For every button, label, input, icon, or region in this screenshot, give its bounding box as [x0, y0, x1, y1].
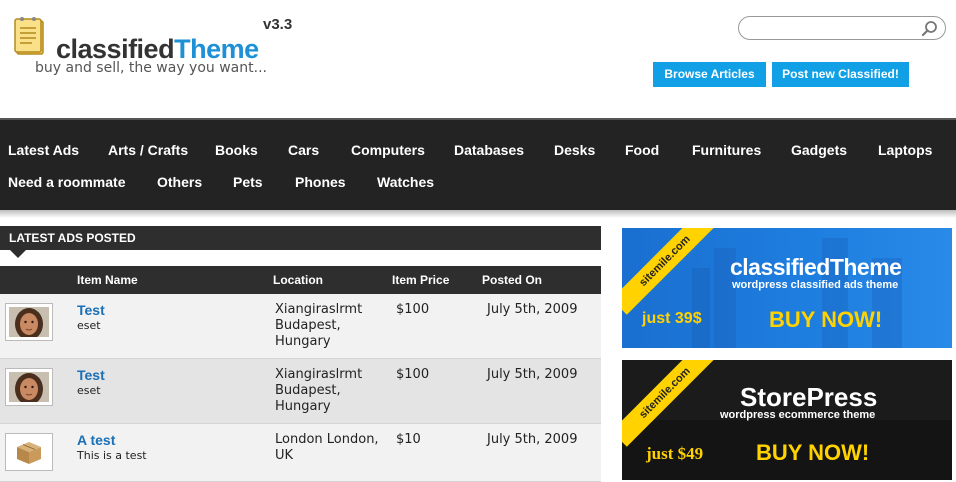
section-pointer	[10, 250, 26, 258]
banner-title: classifiedTheme	[730, 254, 902, 280]
table-row: Test eset Xiangiraslrmt Budapest, Hungar…	[0, 294, 601, 359]
nav-item-computers[interactable]: Computers	[351, 142, 425, 158]
nav-item-gadgets[interactable]: Gadgets	[791, 142, 847, 158]
search-icon[interactable]	[921, 20, 939, 38]
search-box	[738, 16, 946, 40]
banner-price: just 39$	[642, 310, 702, 327]
column-item-name: Item Name	[77, 273, 138, 287]
ad-posted-date: July 5th, 2009	[487, 302, 578, 317]
ad-description: eset	[77, 384, 101, 397]
latest-ads-title: LATEST ADS POSTED	[9, 231, 136, 245]
ad-title-link[interactable]: Test	[77, 367, 105, 383]
ad-thumbnail[interactable]	[5, 368, 53, 406]
nav-item-watches[interactable]: Watches	[377, 174, 434, 190]
nav-item-food[interactable]: Food	[625, 142, 659, 158]
latest-ads-header: LATEST ADS POSTED	[0, 226, 601, 250]
ad-location: Xiangiraslrmt Budapest, Hungary	[275, 302, 363, 349]
ad-posted-date: July 5th, 2009	[487, 432, 578, 447]
ad-description: This is a test	[77, 449, 147, 462]
search-input[interactable]	[747, 19, 919, 37]
banner-price: just $49	[646, 444, 704, 463]
nav-item-desks[interactable]: Desks	[554, 142, 595, 158]
category-nav: Latest Ads Arts / Crafts Books Cars Comp…	[0, 118, 956, 210]
post-classified-button[interactable]: Post new Classified!	[772, 62, 909, 87]
column-location: Location	[273, 273, 323, 287]
ad-thumbnail[interactable]	[5, 303, 53, 341]
ad-thumbnail[interactable]	[5, 433, 53, 471]
notepad-icon	[14, 17, 44, 55]
cardboard-box-icon	[9, 437, 49, 467]
ad-description: eset	[77, 319, 101, 332]
girl-photo-icon	[9, 372, 49, 402]
ad-title-link[interactable]: Test	[77, 302, 105, 318]
table-row: Test eset Xiangiraslrmt Budapest, Hungar…	[0, 359, 601, 424]
nav-item-pets[interactable]: Pets	[233, 174, 263, 190]
nav-item-arts-crafts[interactable]: Arts / Crafts	[108, 142, 188, 158]
buy-now-button[interactable]: BUY NOW!	[769, 307, 882, 333]
nav-item-phones[interactable]: Phones	[295, 174, 346, 190]
ad-location: London London, UK	[275, 432, 379, 463]
nav-item-others[interactable]: Others	[157, 174, 202, 190]
nav-item-furnitures[interactable]: Furnitures	[692, 142, 761, 158]
ad-price: $10	[396, 432, 421, 447]
buy-now-button[interactable]: BUY NOW!	[756, 440, 869, 466]
nav-item-books[interactable]: Books	[215, 142, 258, 158]
site-tagline: buy and sell, the way you want...	[35, 60, 267, 76]
nav-shadow	[0, 210, 956, 218]
ads-table-header: Item Name Location Item Price Posted On	[0, 266, 601, 294]
ad-price: $100	[396, 367, 430, 382]
banner-subtitle: wordpress classified ads theme	[732, 279, 899, 291]
column-posted-on: Posted On	[482, 273, 543, 287]
browse-articles-button[interactable]: Browse Articles	[653, 62, 766, 87]
ad-location: Xiangiraslrmt Budapest, Hungary	[275, 367, 363, 414]
nav-item-need-a-roommate[interactable]: Need a roommate	[8, 174, 125, 190]
nav-item-laptops[interactable]: Laptops	[878, 142, 932, 158]
classifiedtheme-banner[interactable]: sitemile.com classifiedTheme wordpress c…	[622, 228, 952, 348]
column-item-price: Item Price	[392, 273, 450, 287]
table-row: A test This is a test London London, UK …	[0, 424, 601, 482]
nav-item-databases[interactable]: Databases	[454, 142, 524, 158]
nav-item-cars[interactable]: Cars	[288, 142, 319, 158]
site-header: classifiedTheme v3.3 buy and sell, the w…	[0, 0, 956, 118]
banner-subtitle: wordpress ecommerce theme	[720, 409, 876, 421]
nav-item-latest-ads[interactable]: Latest Ads	[8, 142, 79, 158]
ad-title-link[interactable]: A test	[77, 432, 115, 448]
logo-version: v3.3	[263, 16, 293, 33]
ad-price: $100	[396, 302, 430, 317]
ad-posted-date: July 5th, 2009	[487, 367, 578, 382]
storepress-banner[interactable]: sitemile.com StorePress wordpress ecomme…	[622, 360, 952, 480]
girl-photo-icon	[9, 307, 49, 337]
